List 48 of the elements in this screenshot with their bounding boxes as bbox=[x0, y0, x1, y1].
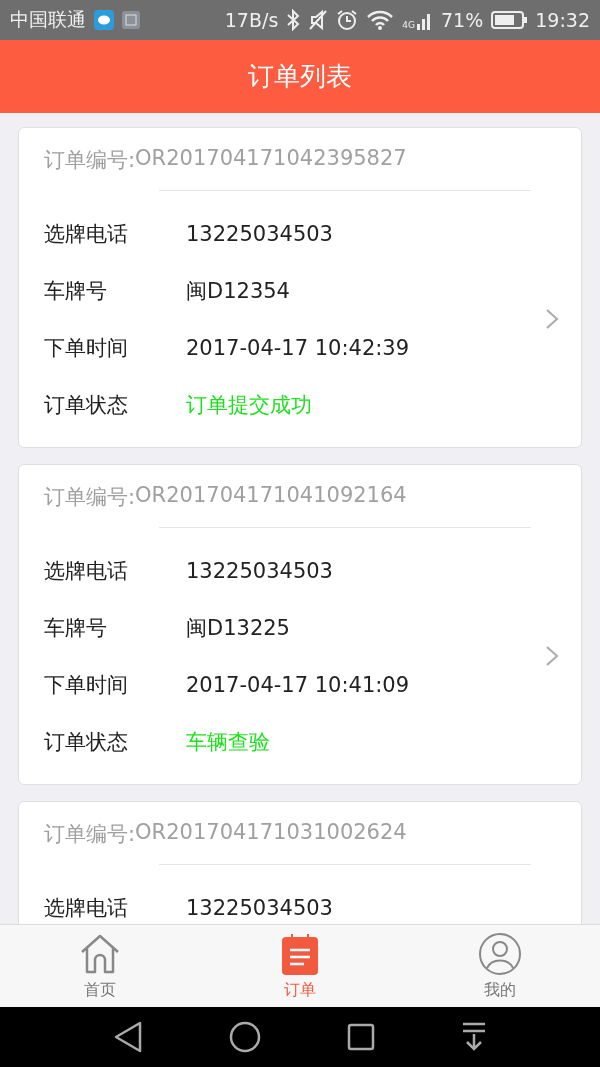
image-icon bbox=[122, 11, 140, 29]
recent-apps-icon[interactable] bbox=[347, 1023, 375, 1051]
field-label: 选牌电话 bbox=[44, 220, 129, 248]
battery-percent: 71% bbox=[441, 9, 484, 31]
order-number-label: 订单编号: bbox=[44, 484, 136, 511]
field-label: 车牌号 bbox=[44, 614, 108, 642]
field-value: 2017-04-17 10:42:39 bbox=[186, 335, 410, 360]
chat-icon bbox=[94, 10, 114, 30]
order-number: OR201704171042395827 bbox=[135, 146, 407, 172]
nav-tab[interactable]: 首页 bbox=[0, 925, 200, 1007]
field-label: 选牌电话 bbox=[44, 557, 129, 585]
field-value: 13225034503 bbox=[186, 558, 333, 583]
alarm-icon bbox=[336, 9, 359, 31]
bluetooth-icon bbox=[286, 9, 301, 31]
field-label: 下单时间 bbox=[44, 671, 129, 699]
nav-tab[interactable]: 我的 bbox=[400, 925, 600, 1007]
field-label: 选牌电话 bbox=[44, 894, 129, 922]
order-status: 订单提交成功 bbox=[186, 391, 312, 419]
order-number: OR201704171031002624 bbox=[135, 820, 407, 846]
order-number: OR201704171041092164 bbox=[135, 483, 407, 509]
field-value: 13225034503 bbox=[186, 895, 333, 920]
back-icon[interactable] bbox=[113, 1021, 143, 1053]
order-card[interactable]: 订单编号:OR201704171031002624 选牌电话 13225034503 bbox=[18, 801, 582, 924]
user-icon bbox=[478, 931, 522, 976]
field-value: 闽D12354 bbox=[186, 277, 290, 305]
pull-down-icon[interactable] bbox=[461, 1022, 487, 1052]
field-label: 订单状态 bbox=[44, 728, 129, 756]
network-type: 4G bbox=[402, 20, 415, 30]
network-speed: 17B/s bbox=[224, 9, 279, 31]
clock-time: 19:32 bbox=[535, 9, 590, 31]
mute-icon bbox=[308, 9, 329, 31]
field-label: 订单状态 bbox=[44, 391, 129, 419]
carrier-name: 中国联通 bbox=[10, 7, 86, 32]
field-value: 13225034503 bbox=[186, 221, 333, 246]
order-card[interactable]: 订单编号:OR201704171041092164 选牌电话 13225034503 车牌号 闽D13225 下单时间 2017-04-17 10:41:09 订单状态 车辆查验 bbox=[18, 464, 582, 785]
order-status: 车辆查验 bbox=[186, 728, 270, 756]
notepad-icon bbox=[280, 931, 320, 976]
home-circle-icon[interactable] bbox=[229, 1021, 261, 1053]
field-value: 闽D13225 bbox=[186, 614, 290, 642]
battery-icon bbox=[491, 11, 528, 29]
field-label: 下单时间 bbox=[44, 334, 129, 362]
page-title: 订单列表 bbox=[248, 60, 352, 93]
field-label: 车牌号 bbox=[44, 277, 108, 305]
order-number-label: 订单编号: bbox=[44, 821, 136, 848]
wifi-icon bbox=[366, 9, 395, 31]
order-card[interactable]: 订单编号:OR201704171042395827 选牌电话 13225034503 车牌号 闽D12354 下单时间 2017-04-17 10:42:39 订单状态 订单提交成功 bbox=[18, 127, 582, 448]
field-value: 2017-04-17 10:41:09 bbox=[186, 672, 410, 697]
order-number-label: 订单编号: bbox=[44, 147, 136, 174]
